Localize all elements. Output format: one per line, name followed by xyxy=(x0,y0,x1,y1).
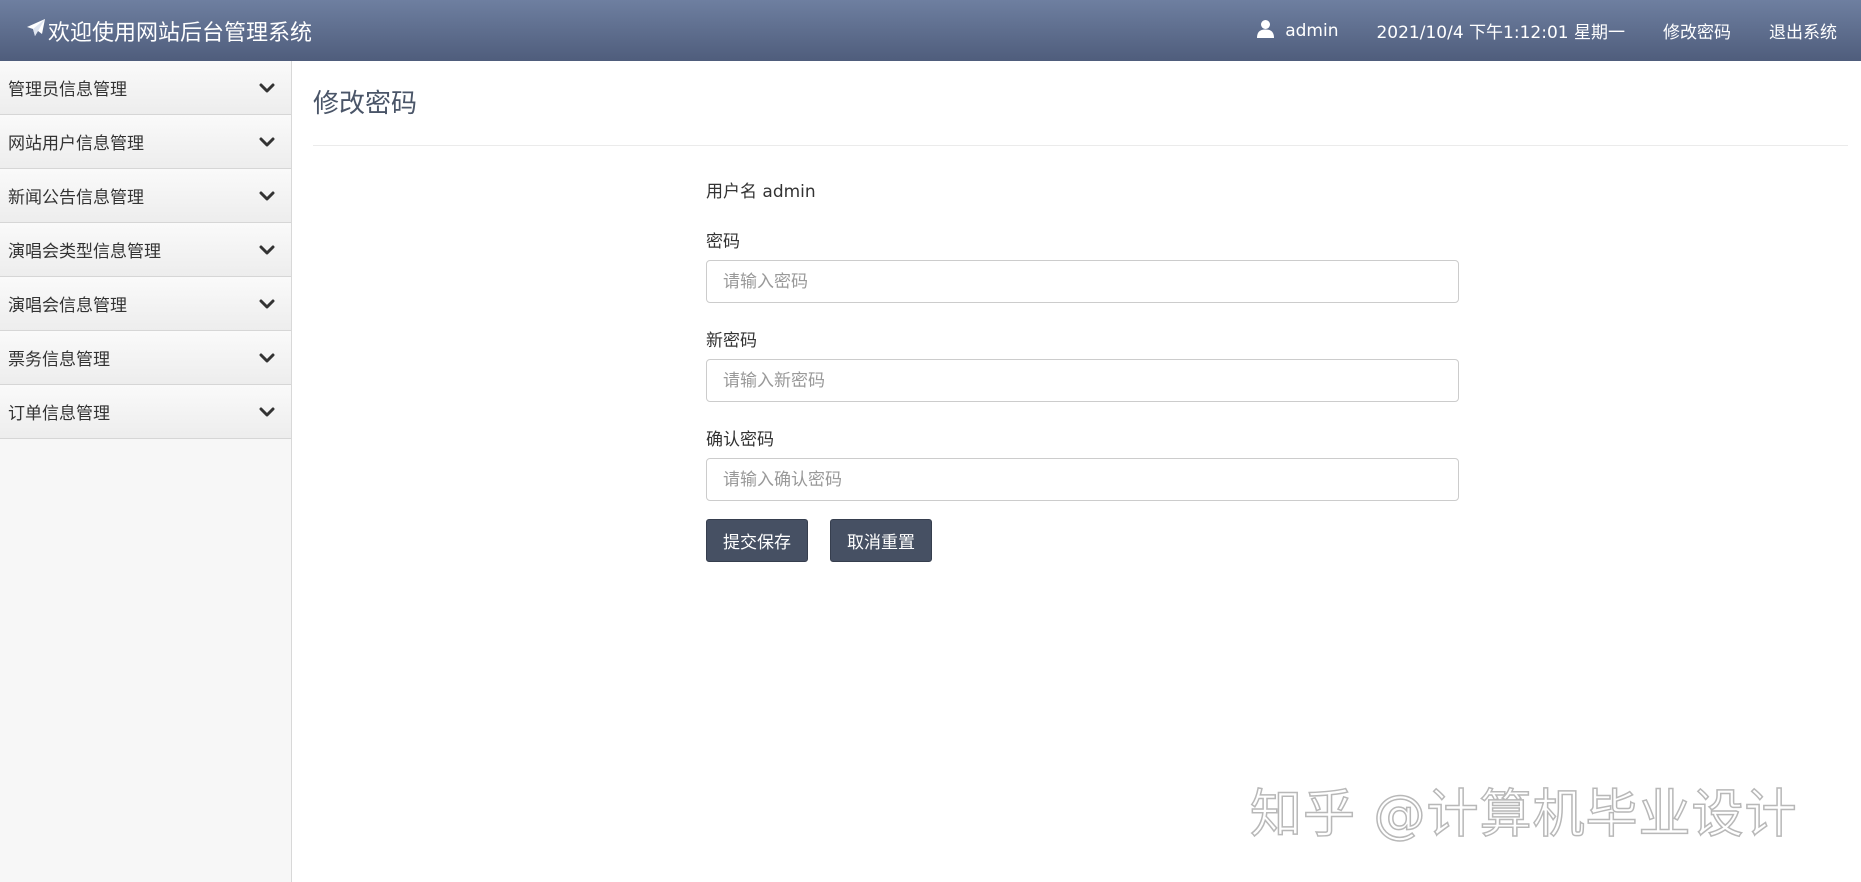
confirm-password-input[interactable] xyxy=(706,458,1459,501)
chevron-down-icon xyxy=(259,406,275,418)
chevron-down-icon xyxy=(259,352,275,364)
sidebar-item-concerts[interactable]: 演唱会信息管理 xyxy=(0,277,291,331)
sidebar-item-label: 网站用户信息管理 xyxy=(8,134,144,154)
sidebar-item-label: 票务信息管理 xyxy=(8,350,110,370)
header-actions: admin 2021/10/4 下午1:12:01 星期一 修改密码 退出系统 xyxy=(1256,18,1837,43)
sidebar-item-orders[interactable]: 订单信息管理 xyxy=(0,385,291,439)
sidebar-item-tickets[interactable]: 票务信息管理 xyxy=(0,331,291,385)
submit-save-button[interactable]: 提交保存 xyxy=(706,519,808,562)
chevron-down-icon xyxy=(259,244,275,256)
sidebar: 管理员信息管理 网站用户信息管理 新闻公告信息管理 演唱会类型信息管理 演唱会信… xyxy=(0,61,292,882)
title-divider xyxy=(313,145,1848,146)
cancel-reset-button[interactable]: 取消重置 xyxy=(830,519,932,562)
sidebar-item-site-users[interactable]: 网站用户信息管理 xyxy=(0,115,291,169)
current-user: admin xyxy=(1256,19,1338,43)
password-input[interactable] xyxy=(706,260,1459,303)
chevron-down-icon xyxy=(259,190,275,202)
password-label: 密码 xyxy=(706,232,740,252)
username-display: 用户名 admin xyxy=(706,182,816,202)
logout-link[interactable]: 退出系统 xyxy=(1769,18,1837,43)
username-text: admin xyxy=(1285,20,1339,41)
chevron-down-icon xyxy=(259,298,275,310)
form-buttons: 提交保存 取消重置 xyxy=(706,519,1459,562)
sidebar-item-label: 演唱会类型信息管理 xyxy=(8,242,161,262)
chevron-down-icon xyxy=(259,136,275,148)
chevron-down-icon xyxy=(259,82,275,94)
top-header: 欢迎使用网站后台管理系统 admin 2021/10/4 下午1:12:01 星… xyxy=(0,0,1861,61)
sidebar-item-admin[interactable]: 管理员信息管理 xyxy=(0,61,291,115)
change-password-form: 用户名 admin 密码 新密码 确认密码 提交保存 取消重置 xyxy=(706,180,1459,562)
new-password-input[interactable] xyxy=(706,359,1459,402)
sidebar-item-news[interactable]: 新闻公告信息管理 xyxy=(0,169,291,223)
page-title: 修改密码 xyxy=(313,89,418,119)
sidebar-item-concert-types[interactable]: 演唱会类型信息管理 xyxy=(0,223,291,277)
brand: 欢迎使用网站后台管理系统 xyxy=(26,15,312,47)
sidebar-item-label: 新闻公告信息管理 xyxy=(8,188,144,208)
current-datetime: 2021/10/4 下午1:12:01 星期一 xyxy=(1376,23,1625,43)
main-content: 修改密码 用户名 admin 密码 新密码 确认密码 提交保存 取消重置 xyxy=(293,61,1861,882)
change-password-link[interactable]: 修改密码 xyxy=(1663,18,1731,43)
sidebar-item-label: 订单信息管理 xyxy=(8,404,110,424)
app-title: 欢迎使用网站后台管理系统 xyxy=(48,20,313,46)
sidebar-item-label: 演唱会信息管理 xyxy=(8,296,127,316)
watermark: 知乎 @计算机毕业设计 xyxy=(1249,784,1798,846)
sidebar-item-label: 管理员信息管理 xyxy=(8,80,127,100)
paper-plane-icon xyxy=(26,18,48,44)
confirm-password-label: 确认密码 xyxy=(706,430,774,450)
user-icon xyxy=(1256,19,1285,43)
new-password-label: 新密码 xyxy=(706,331,757,351)
